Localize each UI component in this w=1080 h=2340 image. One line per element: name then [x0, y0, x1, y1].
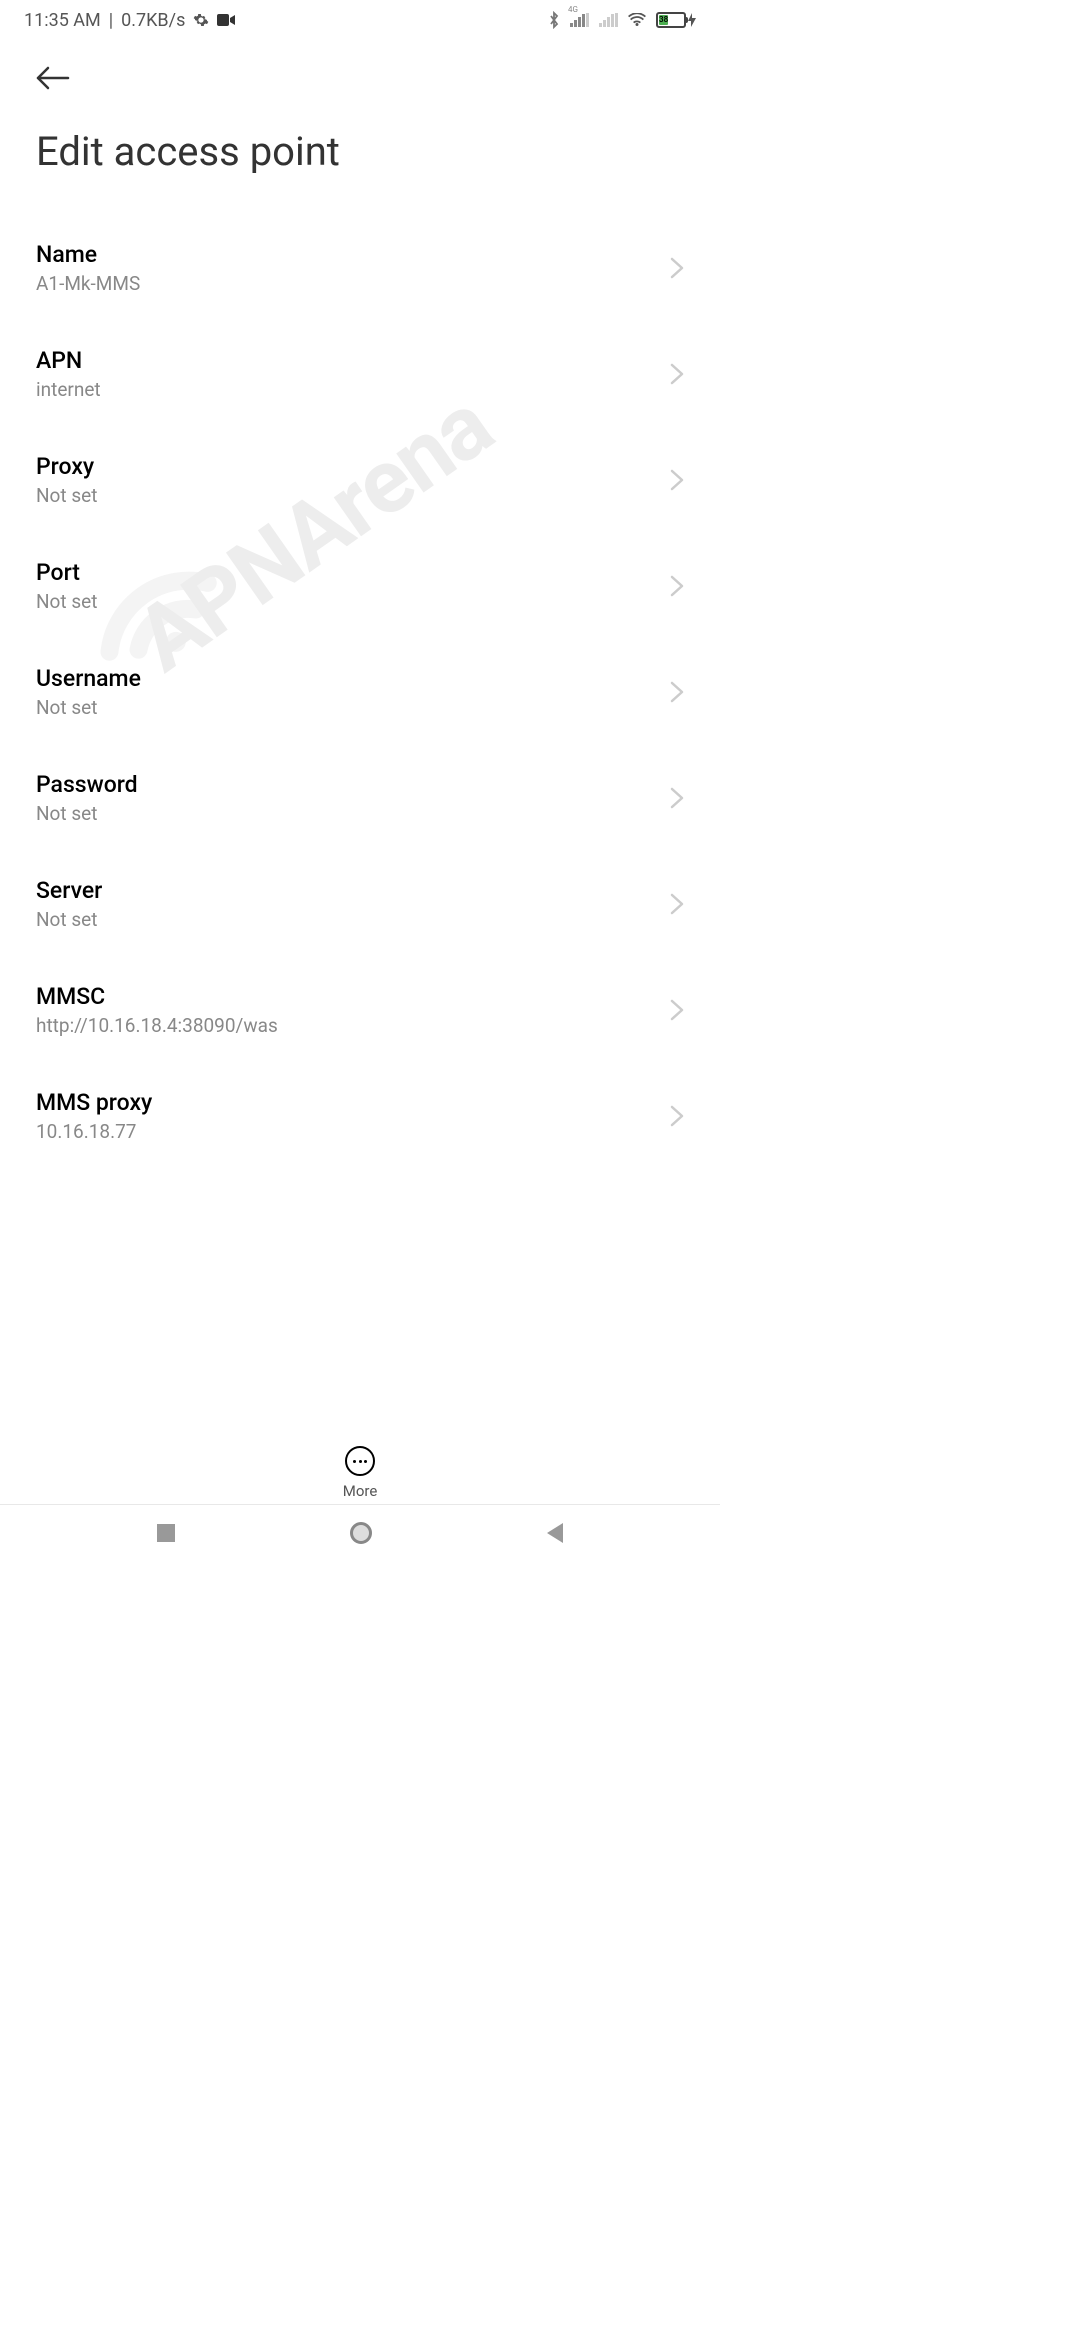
chevron-right-icon [670, 893, 684, 915]
chevron-right-icon [670, 1105, 684, 1127]
battery-icon: 38 [656, 12, 696, 28]
back-button[interactable] [36, 58, 70, 98]
setting-row-apn[interactable]: APN internet [36, 321, 684, 427]
setting-row-port[interactable]: Port Not set [36, 533, 684, 639]
more-label: More [343, 1482, 378, 1500]
setting-label: Server [36, 877, 102, 904]
setting-value: Not set [36, 908, 102, 931]
setting-value: Not set [36, 484, 97, 507]
video-camera-icon [217, 14, 235, 26]
status-left: 11:35 AM | 0.7KB/s [24, 10, 235, 31]
nav-home-button[interactable] [350, 1522, 372, 1544]
status-time: 11:35 AM [24, 10, 101, 31]
chevron-right-icon [670, 363, 684, 385]
chevron-right-icon [670, 469, 684, 491]
network-type-label: 4G [568, 5, 578, 14]
setting-value: 10.16.18.77 [36, 1120, 152, 1143]
setting-row-proxy[interactable]: Proxy Not set [36, 427, 684, 533]
setting-label: MMS proxy [36, 1089, 152, 1116]
settings-list: Name A1-Mk-MMS APN internet Proxy Not se… [0, 215, 720, 1169]
setting-label: APN [36, 347, 101, 374]
chevron-right-icon [670, 999, 684, 1021]
bluetooth-icon [548, 11, 560, 29]
page-title: Edit access point [36, 128, 684, 175]
setting-value: internet [36, 378, 101, 401]
chevron-right-icon [670, 257, 684, 279]
setting-row-name[interactable]: Name A1-Mk-MMS [36, 215, 684, 321]
setting-row-password[interactable]: Password Not set [36, 745, 684, 851]
settings-gear-icon [193, 12, 209, 28]
chevron-right-icon [670, 575, 684, 597]
battery-percent: 38 [659, 15, 668, 25]
chevron-right-icon [670, 681, 684, 703]
setting-row-mms-proxy[interactable]: MMS proxy 10.16.18.77 [36, 1063, 684, 1169]
setting-row-server[interactable]: Server Not set [36, 851, 684, 957]
setting-value: Not set [36, 696, 141, 719]
setting-value: http://10.16.18.4:38090/was [36, 1014, 278, 1037]
arrow-left-icon [36, 66, 70, 90]
setting-label: Proxy [36, 453, 97, 480]
chevron-right-icon [670, 787, 684, 809]
setting-value: Not set [36, 802, 138, 825]
setting-label: Password [36, 771, 138, 798]
navigation-bar [0, 1504, 720, 1560]
more-button[interactable]: More [0, 1434, 720, 1500]
setting-label: MMSC [36, 983, 278, 1010]
more-horizontal-icon [345, 1446, 375, 1476]
status-right: 4G [548, 11, 696, 29]
header: Edit access point [0, 40, 720, 175]
setting-label: Port [36, 559, 97, 586]
setting-row-mmsc[interactable]: MMSC http://10.16.18.4:38090/was [36, 957, 684, 1063]
setting-label: Name [36, 241, 140, 268]
status-divider: | [109, 10, 113, 31]
signal-sim2-icon [599, 13, 618, 27]
setting-value: Not set [36, 590, 97, 613]
setting-label: Username [36, 665, 141, 692]
status-bar: 11:35 AM | 0.7KB/s 4G [0, 0, 720, 40]
nav-recents-button[interactable] [157, 1524, 175, 1542]
wifi-icon [628, 13, 646, 27]
nav-back-button[interactable] [547, 1523, 563, 1543]
signal-sim1-icon: 4G [570, 13, 589, 27]
setting-row-username[interactable]: Username Not set [36, 639, 684, 745]
status-data-rate: 0.7KB/s [121, 10, 185, 31]
charging-icon [688, 13, 696, 27]
setting-value: A1-Mk-MMS [36, 272, 140, 295]
